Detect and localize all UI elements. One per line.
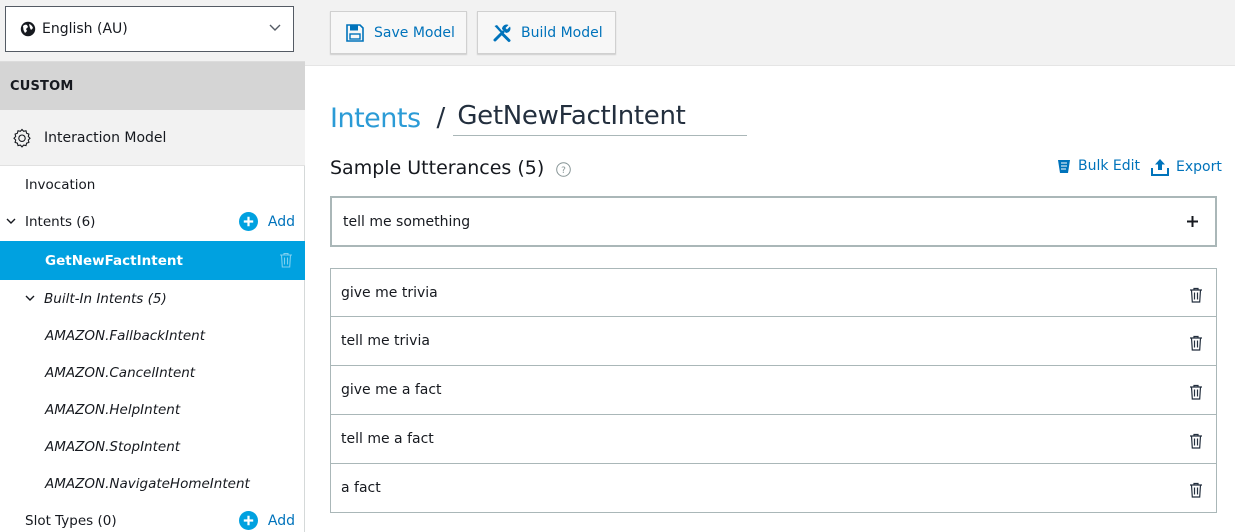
help-icon[interactable]: ?	[556, 162, 572, 177]
utterance-row[interactable]: give me a fact	[330, 366, 1217, 415]
sidebar-item-slot-types[interactable]: Slot Types (0) Add	[0, 502, 305, 532]
breadcrumb-intents-link[interactable]: Intents	[330, 103, 421, 134]
sidebar-item-builtin-intent[interactable]: AMAZON.HelpIntent	[0, 391, 305, 428]
sample-utterances-title: Sample Utterances (5)	[330, 157, 545, 179]
sidebar-item-builtin-intent[interactable]: AMAZON.NavigateHomeIntent	[0, 465, 305, 502]
chevron-down-icon	[6, 218, 16, 224]
sidebar: English (AU) CUSTOM Interaction Model In…	[0, 0, 305, 532]
builtin-intent-label: AMAZON.NavigateHomeIntent	[45, 475, 250, 492]
builtin-intents-label: Built-In Intents (5)	[44, 290, 167, 307]
slot-types-label: Slot Types (0)	[25, 512, 117, 529]
selected-intent-label: GetNewFactIntent	[45, 252, 183, 269]
save-model-button[interactable]: Save Model	[330, 11, 467, 54]
globe-icon	[20, 21, 36, 37]
new-utterance-input[interactable]	[343, 213, 1143, 230]
builtin-intent-label: AMAZON.FallbackIntent	[45, 327, 205, 344]
sidebar-item-builtin-intent[interactable]: AMAZON.CancelIntent	[0, 354, 305, 391]
utterance-text: tell me a fact	[341, 431, 434, 447]
utterance-text: give me a fact	[341, 382, 442, 398]
interaction-model-label: Interaction Model	[44, 129, 167, 146]
chevron-down-icon	[269, 24, 281, 31]
utterance-text: a fact	[341, 480, 381, 496]
export-button[interactable]: Export	[1150, 158, 1222, 176]
builtin-intent-label: AMAZON.StopIntent	[45, 438, 181, 455]
trash-icon[interactable]	[1189, 384, 1203, 400]
bulk-edit-label: Bulk Edit	[1078, 158, 1141, 174]
locale-box: English (AU)	[0, 0, 305, 62]
sidebar-item-intents[interactable]: Intents (6) Add	[0, 203, 305, 240]
sample-utterances-header: Sample Utterances (5) ?	[330, 155, 572, 181]
breadcrumb: Intents / GetNewFactIntent	[330, 98, 748, 138]
bulk-edit-button[interactable]: Bulk Edit	[1057, 158, 1140, 174]
add-intent-label: Add	[267, 213, 295, 230]
save-model-label: Save Model	[374, 24, 455, 41]
breadcrumb-separator: /	[436, 103, 446, 133]
add-utterance-icon[interactable]	[1186, 215, 1199, 228]
intents-label: Intents (6)	[25, 213, 96, 230]
utterance-text: give me trivia	[341, 284, 438, 301]
section-header-custom: CUSTOM	[0, 62, 305, 110]
utterance-row[interactable]: tell me a fact	[330, 415, 1217, 464]
sidebar-item-invocation[interactable]: Invocation	[0, 166, 305, 203]
sidebar-item-getnewfactintent[interactable]: GetNewFactIntent	[0, 241, 305, 280]
sidebar-item-builtin-intents[interactable]: Built-In Intents (5)	[0, 280, 305, 317]
sidebar-item-interaction-model[interactable]: Interaction Model	[0, 110, 305, 166]
new-utterance-input-box	[330, 196, 1217, 247]
trash-icon[interactable]	[1189, 287, 1203, 303]
sidebar-item-builtin-intent[interactable]: AMAZON.FallbackIntent	[0, 317, 305, 354]
invocation-label: Invocation	[25, 176, 96, 193]
locale-label: English (AU)	[42, 21, 128, 37]
build-model-button[interactable]: Build Model	[477, 11, 616, 54]
wrench-screwdriver-icon	[493, 24, 511, 42]
sidebar-item-builtin-intent[interactable]: AMAZON.StopIntent	[0, 428, 305, 465]
trash-icon[interactable]	[1189, 482, 1203, 498]
trash-icon[interactable]	[279, 252, 293, 268]
builtin-intent-label: AMAZON.CancelIntent	[45, 364, 196, 381]
utterance-row[interactable]: give me trivia	[330, 268, 1217, 317]
builtin-intent-label: AMAZON.HelpIntent	[45, 401, 181, 418]
utterance-list: give me trivia tell me trivia give me a …	[330, 268, 1217, 513]
utterance-row[interactable]: a fact	[330, 464, 1217, 513]
utterance-row[interactable]: tell me trivia	[330, 317, 1217, 366]
trash-icon[interactable]	[1189, 433, 1203, 449]
utterance-text: tell me trivia	[341, 333, 430, 349]
bulk-edit-icon	[1058, 159, 1070, 173]
chevron-down-icon	[25, 295, 35, 301]
plus-circle-icon	[238, 511, 258, 530]
toolbar: Save Model Build Model	[305, 0, 1235, 66]
build-model-label: Build Model	[521, 24, 603, 41]
add-slot-type-button[interactable]: Add	[238, 511, 295, 530]
export-label: Export	[1176, 159, 1222, 175]
floppy-disk-icon	[346, 23, 364, 42]
intent-name-field[interactable]: GetNewFactIntent	[453, 101, 748, 136]
add-intent-button[interactable]: Add	[238, 212, 295, 231]
plus-circle-icon	[238, 212, 258, 231]
trash-icon[interactable]	[1189, 335, 1203, 351]
upload-icon	[1151, 159, 1169, 176]
add-slot-type-label: Add	[267, 512, 295, 529]
gear-icon	[13, 128, 31, 148]
locale-select[interactable]: English (AU)	[5, 6, 294, 52]
svg-text:?: ?	[561, 166, 566, 176]
